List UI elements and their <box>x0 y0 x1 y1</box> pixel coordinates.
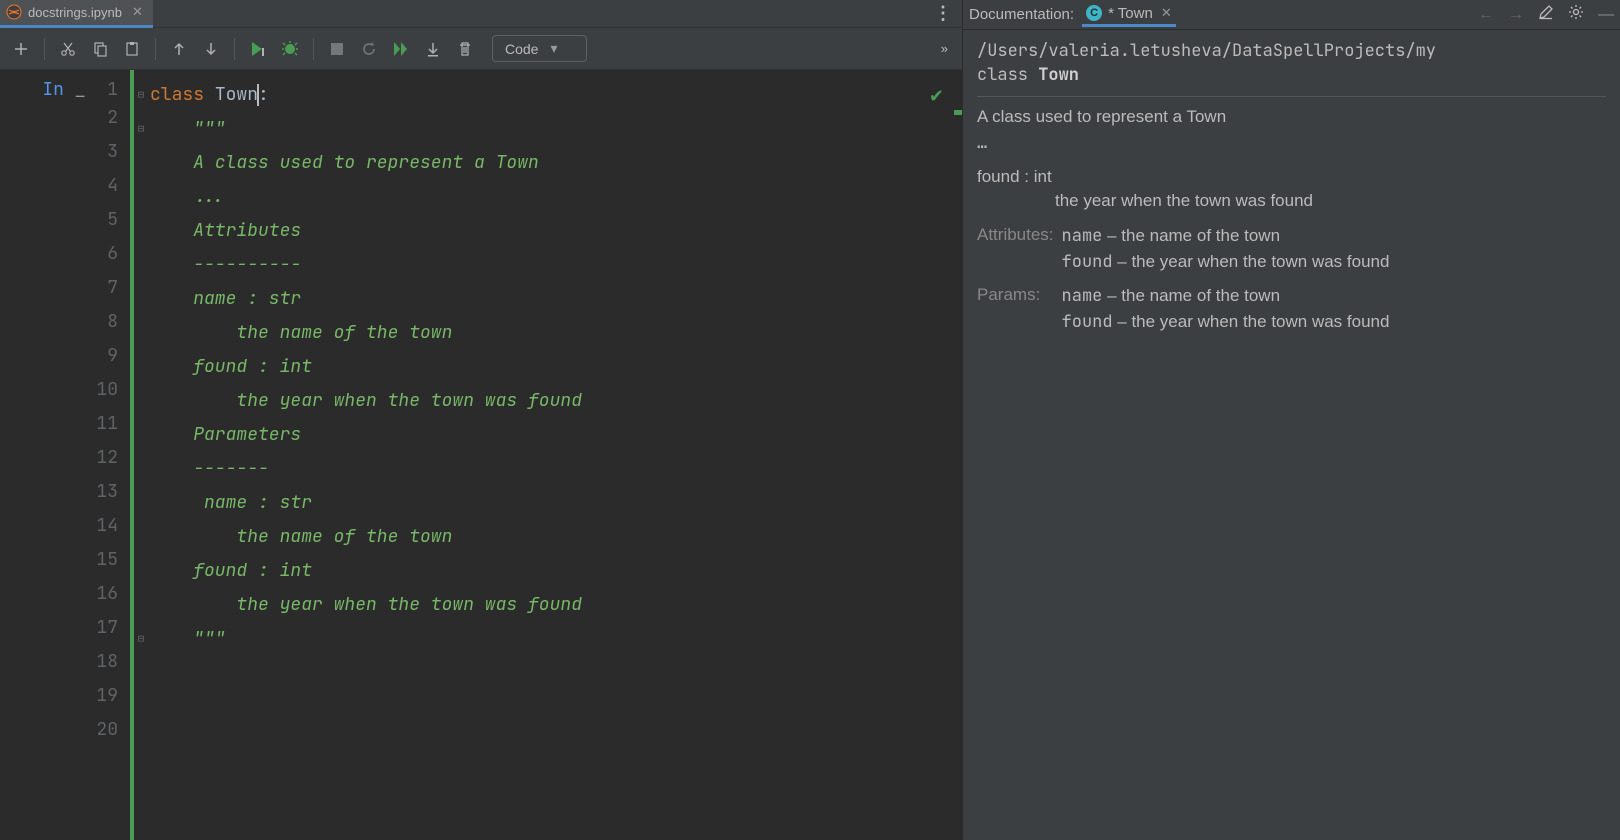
minimize-icon[interactable]: — <box>1598 6 1614 24</box>
notebook-toolbar: Code ▾ » <box>0 28 962 70</box>
code-line[interactable]: name : str <box>134 282 962 316</box>
doc-tab[interactable]: C * Town ✕ <box>1082 3 1176 27</box>
run-all-button[interactable] <box>386 34 416 64</box>
code-body[interactable]: ⊟class Town:⊟ """ A class used to repres… <box>134 70 962 840</box>
doc-header: Documentation: C * Town ✕ ← → — <box>963 0 1620 30</box>
doc-item: name – the name of the town <box>1062 285 1390 307</box>
code-line[interactable]: ... <box>134 180 962 214</box>
fold-icon <box>134 588 148 622</box>
chevron-down-icon: ▾ <box>550 40 557 57</box>
code-line[interactable]: A class used to represent a Town <box>134 146 962 180</box>
code-line[interactable]: the name of the town <box>134 316 962 350</box>
code-line[interactable]: Parameters <box>134 418 962 452</box>
fold-icon <box>134 180 148 214</box>
debug-cell-button[interactable] <box>275 34 305 64</box>
cell-prompt: In _ 1 234567891011121314151617181920 <box>0 70 130 840</box>
code-line[interactable]: name : str <box>134 486 962 520</box>
back-icon[interactable]: ← <box>1478 6 1494 24</box>
params-list: name – the name of the town found – the y… <box>1062 285 1390 345</box>
doc-tab-name: * Town <box>1108 5 1153 22</box>
fold-icon <box>134 350 148 384</box>
forward-icon[interactable]: → <box>1508 6 1524 24</box>
code-cell[interactable]: ✔ In _ 1 234567891011121314151617181920 … <box>0 70 962 840</box>
doc-title: Documentation: <box>969 6 1074 23</box>
fold-icon <box>134 248 148 282</box>
add-cell-button[interactable] <box>6 34 36 64</box>
code-line[interactable]: ⊟class Town: <box>134 78 962 112</box>
run-all-below-button[interactable] <box>418 34 448 64</box>
cell-type-select[interactable]: Code ▾ <box>492 35 587 62</box>
cut-button[interactable] <box>53 34 83 64</box>
move-down-button[interactable] <box>196 34 226 64</box>
close-icon[interactable]: ✕ <box>1161 5 1172 21</box>
doc-signature: class Town <box>977 64 1606 86</box>
toolbar-overflow-icon[interactable]: » <box>941 41 946 56</box>
doc-plain-attr: found : int <box>977 167 1606 187</box>
fold-icon[interactable]: ⊟ <box>134 622 148 656</box>
tab-overflow-icon[interactable]: ⋮ <box>934 3 952 24</box>
fold-icon <box>134 520 148 554</box>
attributes-label: Attributes: <box>977 225 1062 285</box>
documentation-panel: Documentation: C * Town ✕ ← → — /Users/v… <box>962 0 1620 840</box>
editor-tab-bar: docstrings.ipynb ✕ ⋮ <box>0 0 962 28</box>
fold-icon <box>134 146 148 180</box>
code-line[interactable]: the year when the town was found <box>134 588 962 622</box>
doc-item: name – the name of the town <box>1062 225 1390 247</box>
tab-filename: docstrings.ipynb <box>28 5 122 20</box>
code-line[interactable]: ---------- <box>134 248 962 282</box>
fold-icon <box>134 384 148 418</box>
code-line[interactable]: found : int <box>134 554 962 588</box>
doc-summary: A class used to represent a Town <box>977 107 1606 127</box>
code-line[interactable]: ⊟ """ <box>134 622 962 656</box>
fold-icon <box>134 214 148 248</box>
doc-content: /Users/valeria.letusheva/DataSpellProjec… <box>963 30 1620 355</box>
editor-panel: docstrings.ipynb ✕ ⋮ Code ▾ » ✔ In _ 1 <box>0 0 962 840</box>
run-cell-button[interactable] <box>243 34 273 64</box>
code-line[interactable]: ⊟ """ <box>134 112 962 146</box>
paste-button[interactable] <box>117 34 147 64</box>
jupyter-icon <box>6 4 22 20</box>
fold-icon <box>134 452 148 486</box>
fold-icon <box>134 282 148 316</box>
doc-item: found – the year when the town was found <box>1062 251 1390 273</box>
doc-ellipsis: … <box>977 133 1606 153</box>
fold-icon <box>134 486 148 520</box>
doc-plain-desc: the year when the town was found <box>1055 191 1606 211</box>
gear-icon[interactable] <box>1568 4 1584 25</box>
doc-nav: ← → — <box>1478 4 1614 25</box>
close-icon[interactable]: ✕ <box>132 4 143 20</box>
doc-item: found – the year when the town was found <box>1062 311 1390 333</box>
fold-icon[interactable]: ⊟ <box>134 78 148 112</box>
code-line[interactable]: Attributes <box>134 214 962 248</box>
fold-icon <box>134 316 148 350</box>
separator <box>44 38 45 60</box>
separator <box>155 38 156 60</box>
code-line[interactable]: ------- <box>134 452 962 486</box>
fold-icon <box>134 418 148 452</box>
doc-path: /Users/valeria.letusheva/DataSpellProjec… <box>977 40 1606 62</box>
fold-icon <box>134 554 148 588</box>
params-label: Params: <box>977 285 1062 345</box>
separator <box>313 38 314 60</box>
separator <box>234 38 235 60</box>
copy-button[interactable] <box>85 34 115 64</box>
delete-cell-button[interactable] <box>450 34 480 64</box>
class-icon: C <box>1086 5 1102 21</box>
stop-button[interactable] <box>322 34 352 64</box>
code-line[interactable]: the year when the town was found <box>134 384 962 418</box>
fold-icon[interactable]: ⊟ <box>134 112 148 146</box>
code-line[interactable]: the name of the town <box>134 520 962 554</box>
code-line[interactable]: found : int <box>134 350 962 384</box>
file-tab[interactable]: docstrings.ipynb ✕ <box>0 0 153 28</box>
move-up-button[interactable] <box>164 34 194 64</box>
attributes-list: name – the name of the town found – the y… <box>1062 225 1390 285</box>
cell-type-label: Code <box>505 41 538 57</box>
restart-button[interactable] <box>354 34 384 64</box>
edit-icon[interactable] <box>1538 4 1554 25</box>
